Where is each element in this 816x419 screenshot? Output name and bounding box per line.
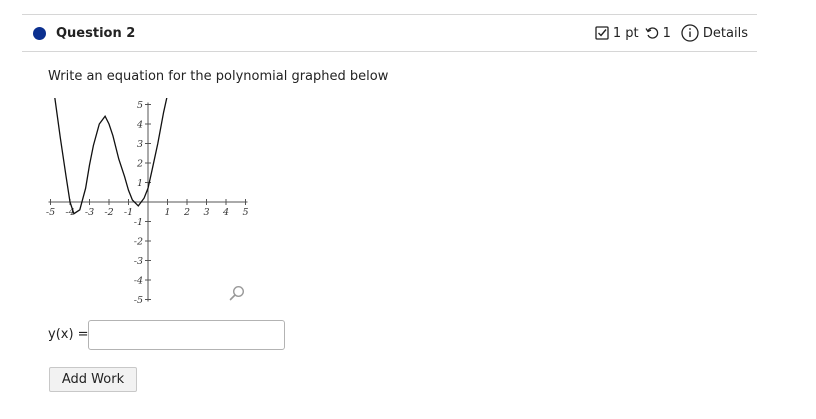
retry-icon bbox=[645, 27, 658, 39]
x-tick-label: -1 bbox=[124, 207, 133, 218]
points-label: 1 pt bbox=[612, 25, 639, 41]
top-divider bbox=[22, 14, 757, 15]
answer-label: y(x) = bbox=[48, 327, 89, 342]
y-tick-label: 1 bbox=[137, 178, 143, 189]
details-label: Details bbox=[702, 25, 748, 41]
magnify-icon[interactable] bbox=[229, 285, 245, 301]
y-tick-label: 4 bbox=[136, 120, 143, 131]
x-tick-label: -5 bbox=[46, 207, 55, 218]
y-tick-label: -5 bbox=[134, 295, 143, 306]
points-indicator: 1 pt bbox=[595, 26, 639, 41]
attempts-indicator: 1 bbox=[645, 26, 671, 41]
x-tick-label: 5 bbox=[242, 207, 248, 218]
y-tick-label: -1 bbox=[134, 217, 143, 228]
x-tick-label: 4 bbox=[222, 207, 229, 218]
question-title: Question 2 bbox=[56, 26, 136, 41]
y-tick-label: 3 bbox=[137, 139, 143, 150]
polynomial-graph: -5 -4 -3 -2 -1 1 2 3 4 554321-1-2-3-4-5 bbox=[46, 98, 249, 306]
y-tick-label: -3 bbox=[134, 256, 143, 267]
x-tick-label: 2 bbox=[183, 207, 190, 218]
checkbox-icon bbox=[595, 26, 609, 40]
question-status-dot bbox=[33, 27, 46, 40]
x-tick-label: 1 bbox=[164, 207, 170, 218]
attempts-count: 1 bbox=[662, 25, 671, 41]
x-tick-label: -3 bbox=[85, 207, 94, 218]
polynomial-curve bbox=[54, 98, 168, 215]
add-work-button[interactable]: Add Work bbox=[49, 367, 137, 392]
answer-input[interactable] bbox=[88, 320, 285, 350]
x-tick-label: 3 bbox=[203, 207, 209, 218]
details-toggle[interactable]: Details bbox=[681, 24, 748, 42]
x-tick-label: -2 bbox=[104, 207, 113, 218]
header-divider bbox=[22, 51, 757, 52]
question-meta: 1 pt 1 Details bbox=[595, 24, 748, 42]
y-tick-label: 2 bbox=[136, 159, 143, 170]
y-tick-label: 5 bbox=[137, 100, 143, 111]
y-tick-label: -2 bbox=[134, 237, 143, 248]
question-prompt: Write an equation for the polynomial gra… bbox=[48, 69, 389, 84]
info-icon bbox=[681, 24, 699, 42]
y-tick-label: -4 bbox=[134, 276, 143, 287]
